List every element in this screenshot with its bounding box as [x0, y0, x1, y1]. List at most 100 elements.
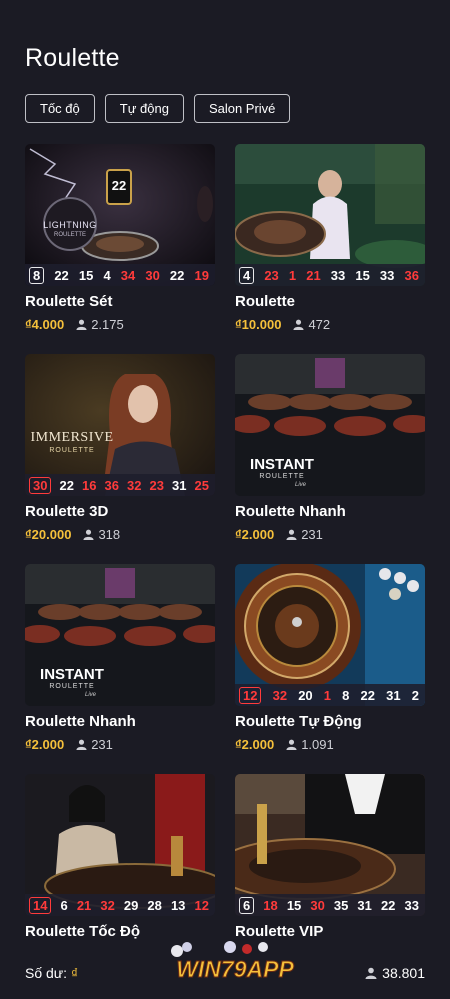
player-count-value: 318	[98, 527, 121, 542]
player-count: 2.175	[76, 317, 124, 332]
game-card-roulette-tu-dong[interactable]: 12 32 20 1 8 22 31 2 Roulette Tự Động ₫2.000 1.…	[235, 564, 425, 752]
user-icon	[293, 319, 304, 330]
history-number: 30	[310, 897, 325, 913]
game-card-roulette-vip[interactable]: 6 18 15 30 35 31 22 33 Roulette VIP	[235, 774, 425, 940]
history-number: 16	[82, 477, 97, 493]
lightning-logo-sub: ROULETTE	[53, 232, 86, 238]
game-thumbnail[interactable]: 22 LIGHTNING ROULETTE 8 22 15 4 34 30 22 19	[25, 144, 215, 286]
user-icon	[83, 529, 94, 540]
player-count: 231	[76, 737, 113, 752]
history-number: 15	[286, 897, 302, 913]
history-number: 19	[194, 267, 209, 283]
game-thumbnail[interactable]: 4 23 1 21 33 15 33 36	[235, 144, 425, 286]
game-card-roulette[interactable]: 4 23 1 21 33 15 33 36 Roulette ₫10.000 472	[235, 144, 425, 332]
history-number: 22	[360, 687, 375, 703]
history-number: 33	[404, 897, 419, 913]
player-count: 472	[293, 317, 330, 332]
recent-numbers: 4 23 1 21 33 15 33 36	[235, 264, 425, 286]
latest-number: 12	[239, 686, 262, 704]
game-meta: ₫2.000 1.091	[235, 737, 425, 752]
history-number: 36	[404, 267, 419, 283]
history-number: 18	[263, 897, 278, 913]
game-card-roulette-nhanh-2[interactable]: INSTANT ROULETTE Live Roulette Nhanh ₫2.…	[25, 564, 215, 752]
game-thumbnail[interactable]: 12 32 20 1 8 22 31 2	[235, 564, 425, 706]
history-number: 32	[100, 897, 115, 913]
balance-currency: ₫	[70, 965, 79, 981]
game-name: Roulette Sét	[25, 293, 113, 310]
history-number: 12	[194, 897, 209, 913]
filter-toc-do[interactable]: Tốc độ	[25, 94, 95, 123]
latest-number: 30	[29, 476, 52, 494]
history-number: 21	[306, 267, 321, 283]
game-meta: ₫2.000 231	[235, 527, 425, 542]
min-bet: ₫4.000	[25, 317, 65, 332]
history-number: 23	[149, 477, 164, 493]
game-name: Roulette Tự Động	[235, 713, 362, 730]
game-meta: ₫20.000 318	[25, 527, 215, 542]
game-name: Roulette Tốc Độ	[25, 923, 140, 940]
history-number: 31	[386, 687, 401, 703]
history-number: 32	[127, 477, 142, 493]
history-number: 4	[103, 267, 111, 283]
player-count-value: 231	[301, 527, 323, 542]
history-number: 6	[60, 897, 68, 913]
game-thumbnail[interactable]: 14 6 21 32 29 28 13 12	[25, 774, 215, 916]
history-number: 28	[147, 897, 162, 913]
player-count: 231	[286, 527, 323, 542]
min-bet: ₫20.000	[25, 527, 72, 542]
immersive-logo-sub: ROULETTE	[49, 447, 95, 454]
logo-image: WIN79APP	[171, 941, 295, 983]
game-meta: ₫10.000 472	[235, 317, 425, 332]
multiplier-label: 22	[111, 178, 127, 193]
recent-numbers: 12 32 20 1 8 22 31 2	[235, 684, 425, 706]
game-name: Roulette Nhanh	[25, 713, 136, 730]
filter-bar: Tốc độ Tự động Salon Privé	[25, 94, 291, 123]
history-number: 15	[78, 267, 94, 283]
min-bet: ₫10.000	[235, 317, 282, 332]
recent-numbers: 30 22 16 36 32 23 31 25	[25, 474, 215, 496]
filter-salon-prive[interactable]: Salon Privé	[193, 94, 291, 123]
game-thumbnail[interactable]: 6 18 15 30 35 31 22 33	[235, 774, 425, 916]
history-number: 33	[330, 267, 346, 283]
win79app-logo[interactable]: WIN79APP	[155, 939, 315, 991]
instant-live-tag: Live	[85, 692, 97, 698]
instant-live-tag: Live	[295, 482, 307, 488]
user-icon	[76, 739, 87, 750]
player-count-value: 1.091	[301, 737, 334, 752]
game-thumbnail[interactable]: INSTANT ROULETTE Live	[235, 354, 425, 496]
filter-tu-dong[interactable]: Tự động	[104, 94, 184, 123]
history-number: 13	[170, 897, 186, 913]
min-bet: ₫2.000	[235, 737, 275, 752]
player-count: 318	[83, 527, 120, 542]
history-number: 15	[355, 267, 370, 283]
latest-number: 8	[29, 266, 45, 284]
history-number: 30	[145, 267, 160, 283]
recent-numbers: 6 18 15 30 35 31 22 33	[235, 894, 425, 916]
online-players: 38.801	[365, 965, 425, 981]
history-number: 35	[333, 897, 349, 913]
game-card-roulette-set[interactable]: 22 LIGHTNING ROULETTE 8 22 15 4 34 30 22 19 Rou…	[25, 144, 215, 332]
history-number: 22	[59, 477, 74, 493]
game-name: Roulette VIP	[235, 923, 324, 940]
history-number: 8	[342, 687, 350, 703]
latest-number: 4	[239, 266, 255, 284]
latest-number: 14	[29, 896, 52, 914]
history-number: 2	[411, 687, 419, 703]
recent-numbers: 8 22 15 4 34 30 22 19	[25, 264, 215, 286]
user-icon	[286, 529, 297, 540]
history-number: 31	[357, 897, 372, 913]
history-number: 31	[172, 477, 187, 493]
game-card-roulette-toc-do[interactable]: 14 6 21 32 29 28 13 12 Roulette Tốc Độ	[25, 774, 215, 940]
player-count-value: 231	[91, 737, 113, 752]
lightning-logo-text: LIGHTNING	[43, 220, 97, 230]
history-number: 22	[54, 267, 69, 283]
game-thumbnail[interactable]: INSTANT ROULETTE Live	[25, 564, 215, 706]
game-thumbnail[interactable]: IMMERSIVE ROULETTE 30 22 16 36 32 23 31 25	[25, 354, 215, 496]
instant-logo-text: INSTANT	[250, 456, 314, 473]
user-icon	[76, 319, 87, 330]
history-number: 22	[380, 897, 396, 913]
game-card-roulette-3d[interactable]: IMMERSIVE ROULETTE 30 22 16 36 32 23 31 25 Roul…	[25, 354, 215, 542]
balance: Số dư: ₫	[25, 965, 78, 981]
game-card-roulette-nhanh[interactable]: INSTANT ROULETTE Live Roulette Nhanh ₫2.…	[235, 354, 425, 542]
history-number: 21	[76, 897, 92, 913]
